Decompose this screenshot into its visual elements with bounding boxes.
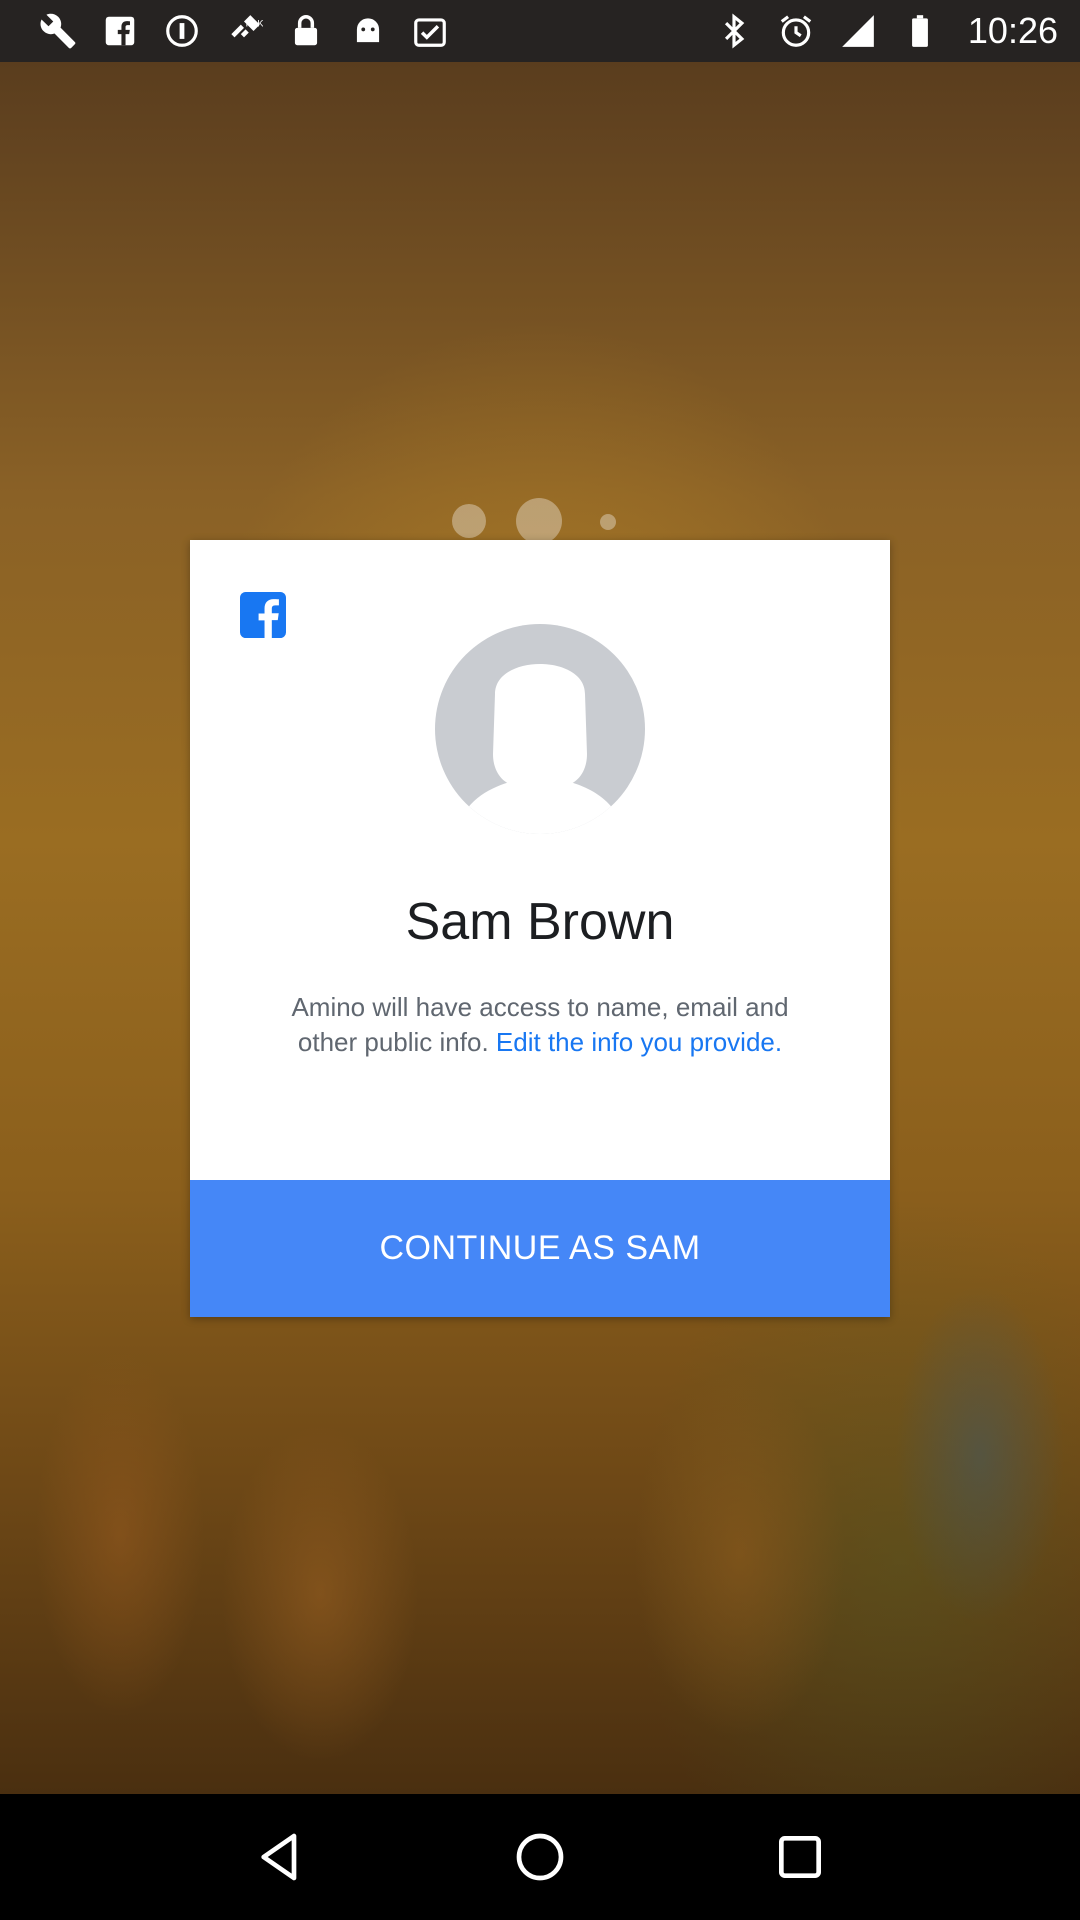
satellite-icon: FAKE (224, 11, 264, 51)
download-icon (162, 11, 202, 51)
facebook-icon (100, 11, 140, 51)
status-bar-right: 10:26 (714, 10, 1058, 52)
permission-text: Amino will have access to name, email an… (280, 990, 800, 1060)
navigation-bar (0, 1794, 1080, 1920)
loading-dot (516, 498, 562, 544)
loading-dot (600, 514, 616, 530)
bluetooth-icon (714, 11, 754, 51)
alarm-icon (776, 11, 816, 51)
signal-icon (838, 11, 878, 51)
battery-icon (900, 11, 940, 51)
facebook-login-dialog: Sam Brown Amino will have access to name… (190, 540, 890, 1317)
back-icon[interactable] (250, 1827, 310, 1887)
wrench-icon (38, 11, 78, 51)
facebook-logo-icon (240, 592, 286, 638)
edit-info-link[interactable]: Edit the info you provide. (496, 1027, 782, 1057)
status-time: 10:26 (967, 10, 1058, 51)
avatar (435, 624, 645, 834)
home-icon[interactable] (510, 1827, 570, 1887)
status-bar: FAKE 10:26 (0, 0, 1080, 62)
continue-button[interactable]: CONTINUE AS SAM (190, 1180, 890, 1317)
status-bar-left: FAKE (38, 11, 450, 51)
android-icon (348, 11, 388, 51)
clipboard-check-icon (410, 11, 450, 51)
svg-text:FAKE: FAKE (246, 18, 263, 29)
user-name: Sam Brown (405, 893, 675, 951)
lock-icon (286, 11, 326, 51)
loading-dot (452, 504, 486, 538)
recents-icon[interactable] (770, 1827, 830, 1887)
